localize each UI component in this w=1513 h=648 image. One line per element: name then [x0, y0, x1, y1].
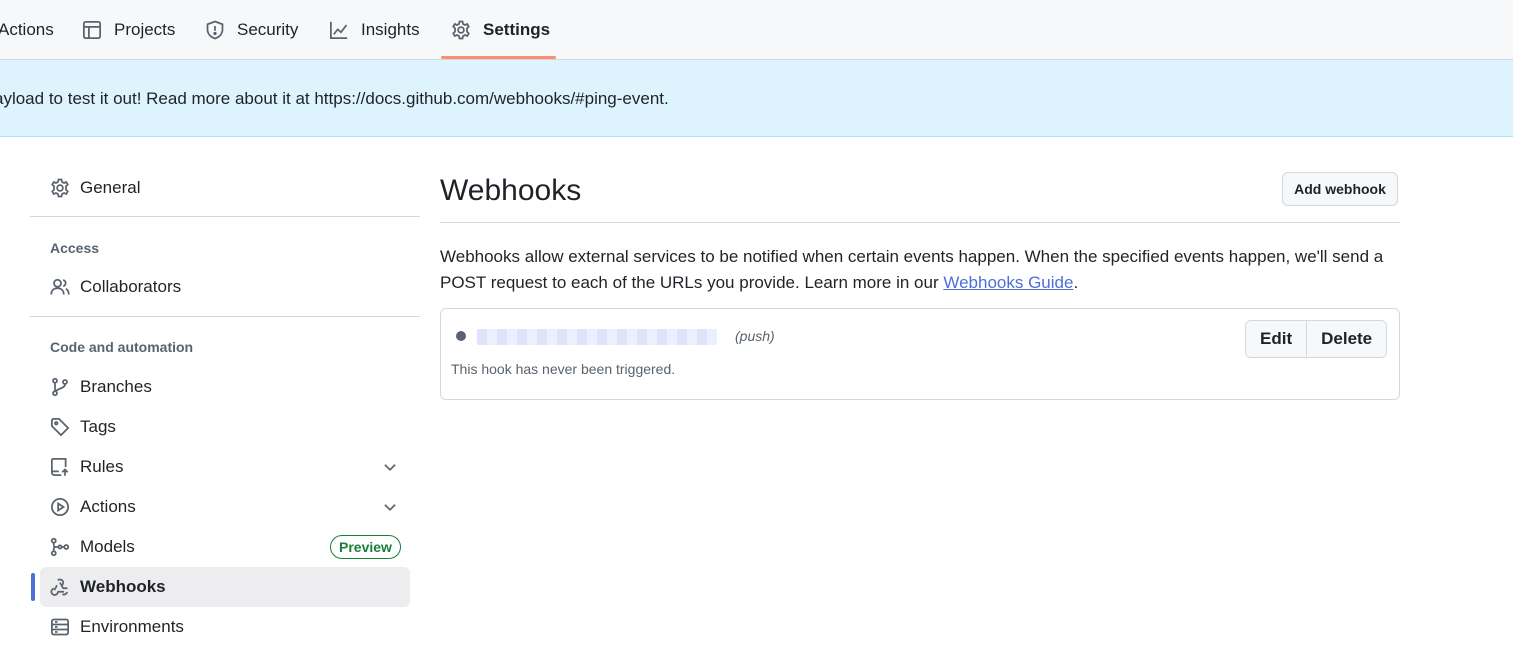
sidebar-item-collaborators[interactable]: Collaborators	[40, 267, 410, 307]
sidebar-heading-code-automation: Code and automation	[50, 339, 194, 355]
add-webhook-button[interactable]: Add webhook	[1282, 172, 1398, 206]
table-icon	[83, 20, 101, 39]
sidebar-item-label: Actions	[80, 497, 136, 516]
tab-actions-label: Actions	[0, 19, 54, 39]
server-icon	[50, 617, 70, 637]
sidebar-divider	[30, 316, 420, 317]
play-icon	[50, 497, 70, 517]
page-title: Webhooks	[440, 174, 582, 207]
tab-settings-label: Settings	[483, 19, 551, 39]
sidebar-item-label: Webhooks	[80, 577, 166, 596]
people-icon	[50, 277, 70, 297]
hook-actions: Edit Delete	[1245, 320, 1388, 358]
sidebar-item-environments[interactable]: Environments	[40, 607, 410, 647]
selected-tab-indicator	[441, 56, 556, 59]
shield-icon	[206, 20, 224, 39]
description-period: .	[1073, 273, 1079, 292]
hook-url-redacted[interactable]	[477, 329, 717, 345]
tab-settings[interactable]: Settings	[451, 0, 550, 59]
sidebar-item-branches[interactable]: Branches	[40, 367, 410, 407]
hook-status-text: This hook has never been triggered.	[451, 361, 676, 377]
tab-security-label: Security	[237, 19, 299, 39]
sidebar-item-tags[interactable]: Tags	[40, 407, 410, 447]
hook-status-dot	[456, 331, 466, 341]
sidebar-heading-access: Access	[50, 240, 100, 256]
gear-icon	[452, 20, 470, 39]
tab-projects[interactable]: Projects	[82, 0, 175, 59]
gear-icon	[50, 178, 70, 198]
chevron-down-icon	[384, 464, 396, 472]
hook-events: (push)	[735, 328, 775, 344]
tab-security[interactable]: Security	[205, 0, 298, 59]
chevron-down-icon	[384, 504, 396, 512]
tab-projects-label: Projects	[114, 19, 176, 39]
git-branch-icon	[50, 377, 70, 397]
delete-button[interactable]: Delete	[1306, 321, 1387, 357]
sidebar-item-label: Tags	[80, 417, 116, 436]
ai-model-icon	[50, 537, 70, 557]
sidebar-item-label: Collaborators	[80, 277, 182, 296]
sidebar-item-webhooks[interactable]: Webhooks	[40, 567, 410, 607]
repo-nav: Actions Projects Security Insights Setti…	[0, 0, 1513, 60]
tab-actions[interactable]: Actions	[0, 0, 54, 59]
sidebar-item-general[interactable]: General	[40, 168, 410, 208]
active-item-marker	[31, 573, 35, 601]
repo-push-icon	[50, 457, 70, 477]
description-text: Webhooks allow external services to be n…	[440, 247, 1384, 292]
title-divider	[440, 222, 1400, 223]
sidebar-item-label: General	[80, 178, 141, 197]
flash-banner: ayload to test it out! Read more about i…	[0, 60, 1513, 137]
preview-badge: Preview	[330, 535, 401, 559]
sidebar-item-label: Environments	[80, 617, 184, 636]
tab-insights-label: Insights	[361, 19, 420, 39]
sidebar-item-actions[interactable]: Actions	[40, 487, 410, 527]
webhook-list-item: (push) This hook has never been triggere…	[440, 308, 1400, 400]
sidebar-item-label: Models	[80, 537, 135, 556]
sidebar-item-label: Rules	[80, 457, 124, 476]
sidebar-item-rules[interactable]: Rules	[40, 447, 410, 487]
webhooks-description: Webhooks allow external services to be n…	[440, 244, 1400, 296]
sidebar-divider	[30, 216, 420, 217]
tag-icon	[50, 417, 70, 437]
edit-button[interactable]: Edit	[1246, 321, 1307, 357]
sidebar-item-models[interactable]: Models Preview	[40, 527, 410, 567]
graph-icon	[330, 21, 348, 39]
flash-message: ayload to test it out! Read more about i…	[0, 89, 669, 108]
webhook-icon	[50, 577, 70, 597]
webhooks-guide-link[interactable]: Webhooks Guide	[943, 273, 1073, 292]
sidebar-item-label: Branches	[80, 377, 152, 396]
tab-insights[interactable]: Insights	[329, 0, 420, 59]
